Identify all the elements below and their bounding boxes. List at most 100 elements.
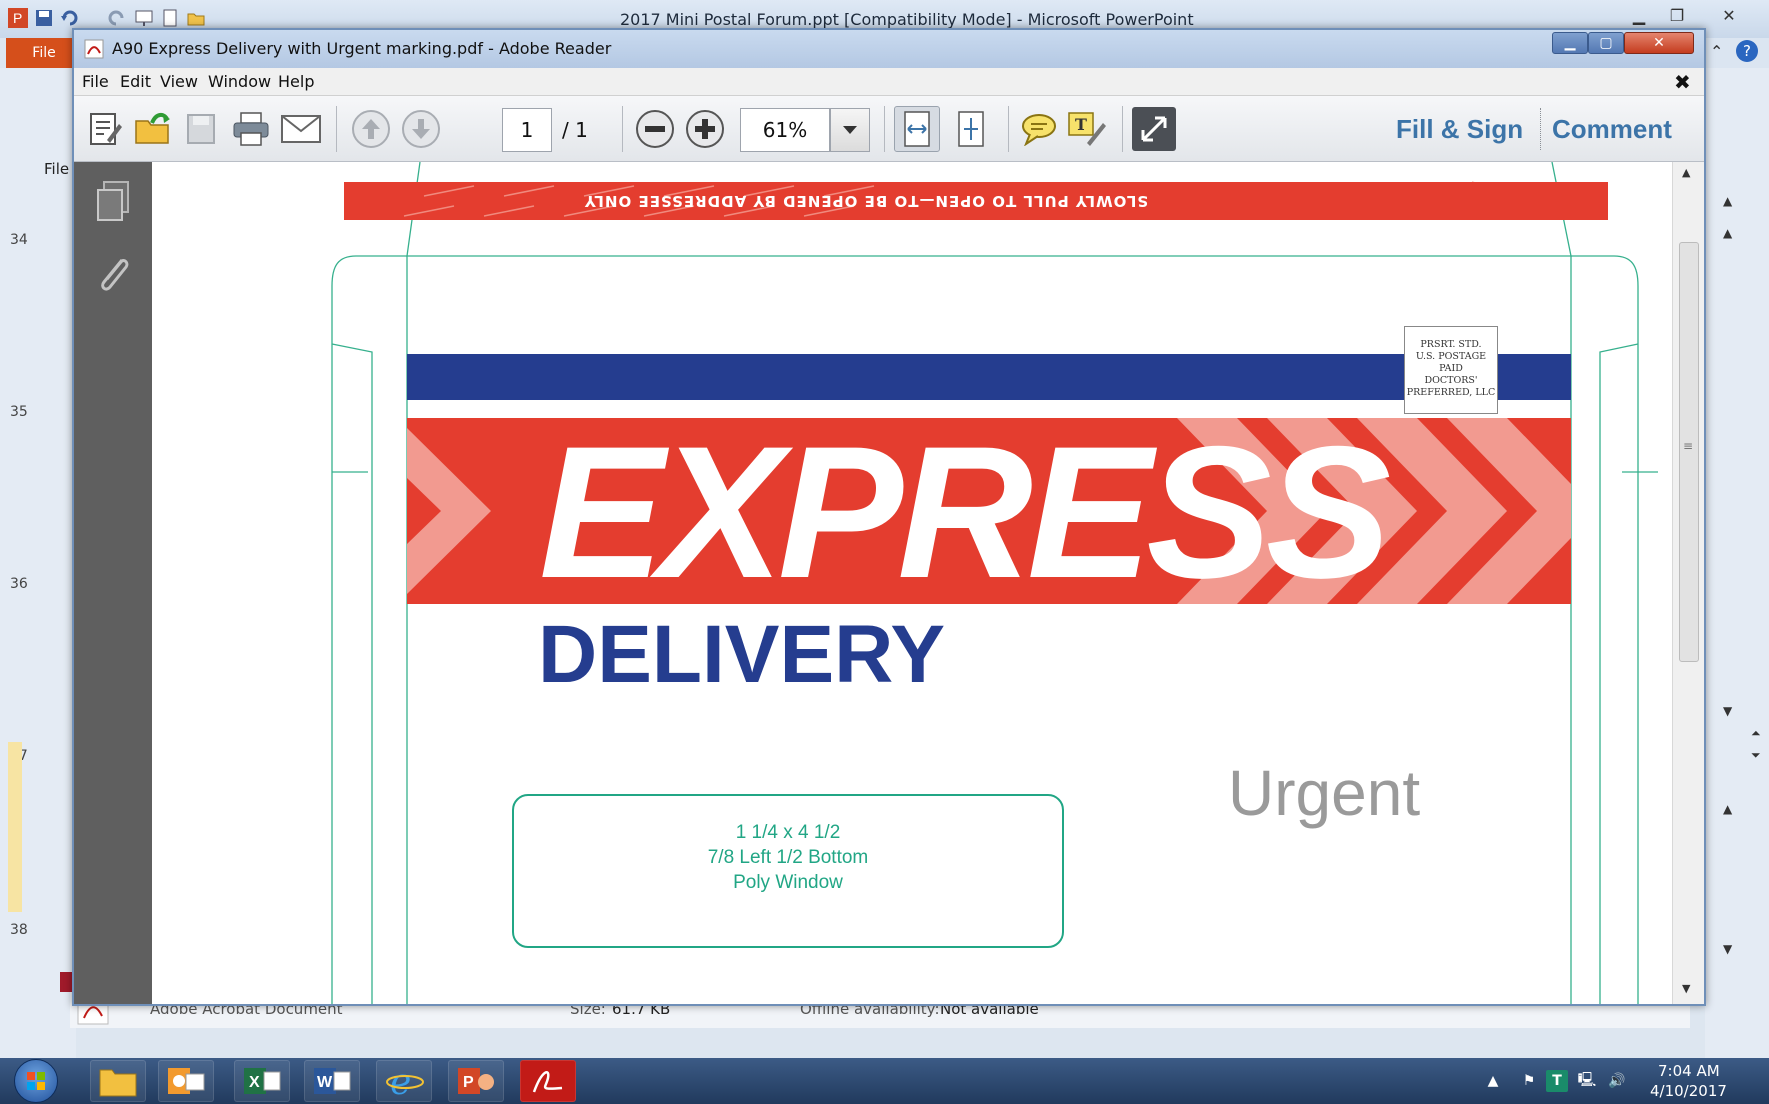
internet-explorer-icon[interactable]: e <box>376 1060 432 1102</box>
pages-icon[interactable] <box>94 180 132 224</box>
ppt-maximize-button[interactable]: ❐ <box>1660 4 1694 28</box>
ppt-right-pane: ▲ ▲ ▼ ⏶ ⏷ ▲ ▼ <box>1705 68 1769 1058</box>
word-icon[interactable]: W <box>304 1060 360 1102</box>
postage-indicia: PRSRT. STD. U.S. POSTAGE PAID DOCTORS' P… <box>1404 326 1498 414</box>
clock-time[interactable]: 7:04 AM <box>1658 1062 1720 1080</box>
scroll-down-arrow-icon[interactable]: ▼ <box>1682 982 1690 995</box>
delivery-heading: DELIVERY <box>538 609 946 700</box>
scroll-up-arrow-icon[interactable]: ▲ <box>1723 802 1732 816</box>
reader-menubar: File Edit View Window Help ✖ <box>74 68 1704 96</box>
help-icon[interactable]: ? <box>1736 40 1758 62</box>
svg-text:W: W <box>317 1074 333 1091</box>
create-pdf-icon[interactable] <box>84 108 126 150</box>
svg-text:T: T <box>1075 115 1087 134</box>
menu-view[interactable]: View <box>160 72 198 91</box>
tear-strip-text: SLOWLY PULL TO OPEN—TO BE OPENED BY ADDR… <box>583 192 1149 210</box>
volume-icon[interactable]: 🔊 <box>1606 1070 1628 1092</box>
paperclip-icon[interactable] <box>94 252 134 296</box>
powerpoint-icon[interactable]: P <box>448 1060 504 1102</box>
menu-edit[interactable]: Edit <box>120 72 151 91</box>
svg-text:P: P <box>13 10 22 26</box>
prev-slide-icon[interactable]: ⏶ <box>1751 726 1761 741</box>
outlook-icon[interactable] <box>158 1060 214 1102</box>
action-center-flag-icon[interactable]: ⚑ <box>1518 1070 1540 1092</box>
open-folder-icon[interactable] <box>132 108 174 150</box>
menu-window[interactable]: Window <box>208 72 271 91</box>
explorer-icon[interactable] <box>90 1060 146 1102</box>
windows-logo-icon <box>27 1072 45 1090</box>
navigation-panel <box>74 162 152 1004</box>
next-page-icon[interactable] <box>400 108 442 150</box>
menu-file[interactable]: File <box>82 72 109 91</box>
slideshow-icon[interactable] <box>134 8 154 28</box>
scroll-down-arrow-icon[interactable]: ▼ <box>1723 704 1732 718</box>
show-hidden-icons-icon[interactable]: ▲ <box>1482 1070 1504 1092</box>
start-button[interactable] <box>14 1059 58 1103</box>
urgent-marking: Urgent <box>1228 757 1421 829</box>
new-icon[interactable] <box>160 8 180 28</box>
save-icon[interactable] <box>34 8 54 28</box>
reader-maximize-button[interactable]: ▢ <box>1588 32 1624 54</box>
toolbar-separator <box>1122 106 1123 152</box>
fill-sign-button[interactable]: Fill & Sign <box>1396 114 1523 145</box>
scroll-up-arrow-icon[interactable]: ▲ <box>1682 166 1690 179</box>
tray-app-icon[interactable]: T <box>1546 1070 1568 1092</box>
ribbon-collapse-icon[interactable]: ⌃ <box>1710 42 1723 61</box>
ruler-number: 38 <box>10 922 28 938</box>
ppt-minimize-button[interactable]: ▁ <box>1622 4 1656 28</box>
ruler-number: 34 <box>10 232 28 248</box>
scroll-down-arrow-icon[interactable]: ▼ <box>1723 942 1732 956</box>
fit-width-icon[interactable] <box>894 106 940 152</box>
email-icon[interactable] <box>280 108 322 150</box>
excel-icon[interactable]: X <box>234 1060 290 1102</box>
full-screen-icon[interactable] <box>1132 107 1176 151</box>
window-type-line: Poly Window <box>733 872 843 893</box>
next-slide-icon[interactable]: ⏷ <box>1751 748 1761 763</box>
menu-help[interactable]: Help <box>278 72 314 91</box>
undo-icon[interactable] <box>60 8 80 28</box>
postage-line: U.S. POSTAGE <box>1415 351 1487 362</box>
toolbar-separator <box>1540 108 1541 150</box>
sticky-note-icon[interactable] <box>1018 108 1060 150</box>
save-disabled-icon[interactable] <box>180 108 222 150</box>
grip-icon: ≡ <box>1683 439 1694 453</box>
reader-close-button[interactable]: ✕ <box>1624 32 1694 54</box>
zoom-dropdown-chevron-icon[interactable] <box>830 108 870 152</box>
window-size-line: 1 1/4 x 4 1/2 <box>735 822 841 843</box>
scroll-up-arrow-icon[interactable]: ▲ <box>1723 226 1732 240</box>
zoom-in-icon[interactable] <box>684 108 726 150</box>
page-number-input[interactable]: 1 <box>502 108 552 152</box>
powerpoint-app-icon[interactable]: P <box>8 8 28 28</box>
adobe-reader-icon[interactable] <box>520 1060 576 1102</box>
toolbar-separator <box>884 106 885 152</box>
close-document-icon[interactable]: ✖ <box>1674 70 1691 94</box>
svg-text:X: X <box>249 1074 260 1091</box>
fit-page-icon[interactable] <box>950 108 992 150</box>
clock-date[interactable]: 4/10/2017 <box>1650 1082 1727 1100</box>
slide-thumbnail[interactable] <box>8 742 22 912</box>
ppt-close-button[interactable]: ✕ <box>1712 4 1746 28</box>
scrollbar-thumb[interactable]: ≡ <box>1679 242 1699 662</box>
express-banner: EXPRESS <box>407 418 1571 604</box>
print-icon[interactable] <box>230 108 272 150</box>
redo-icon[interactable] <box>106 8 126 28</box>
reader-title: A90 Express Delivery with Urgent marking… <box>112 39 612 58</box>
pdf-icon[interactable] <box>84 39 104 59</box>
vertical-scrollbar[interactable]: ▲ ≡ ▼ <box>1672 162 1704 1004</box>
scroll-up-arrow-icon[interactable]: ▲ <box>1723 194 1732 208</box>
zoom-level-input[interactable]: 61% <box>740 108 830 152</box>
comment-button[interactable]: Comment <box>1552 114 1672 145</box>
window-position-line: 7/8 Left 1/2 Bottom <box>707 847 869 868</box>
postage-line: DOCTORS' <box>1424 375 1478 386</box>
previous-page-icon[interactable] <box>350 108 392 150</box>
taskbar: X W e P ▲ ⚑ T 🖳 🔊 7:04 AM 4/10/2017 <box>0 1058 1769 1104</box>
document-view[interactable]: SLOWLY PULL TO OPEN—TO BE OPENED BY ADDR… <box>152 162 1704 1004</box>
ppt-file-tab[interactable]: File <box>6 38 82 68</box>
blue-band <box>407 354 1571 400</box>
reader-minimize-button[interactable]: ▁ <box>1552 32 1588 54</box>
open-icon[interactable] <box>186 8 206 28</box>
highlight-text-icon[interactable]: T <box>1066 108 1108 150</box>
zoom-out-icon[interactable] <box>634 108 676 150</box>
address-window: 1 1/4 x 4 1/2 7/8 Left 1/2 Bottom Poly W… <box>512 794 1064 948</box>
network-icon[interactable]: 🖳 <box>1576 1070 1598 1092</box>
